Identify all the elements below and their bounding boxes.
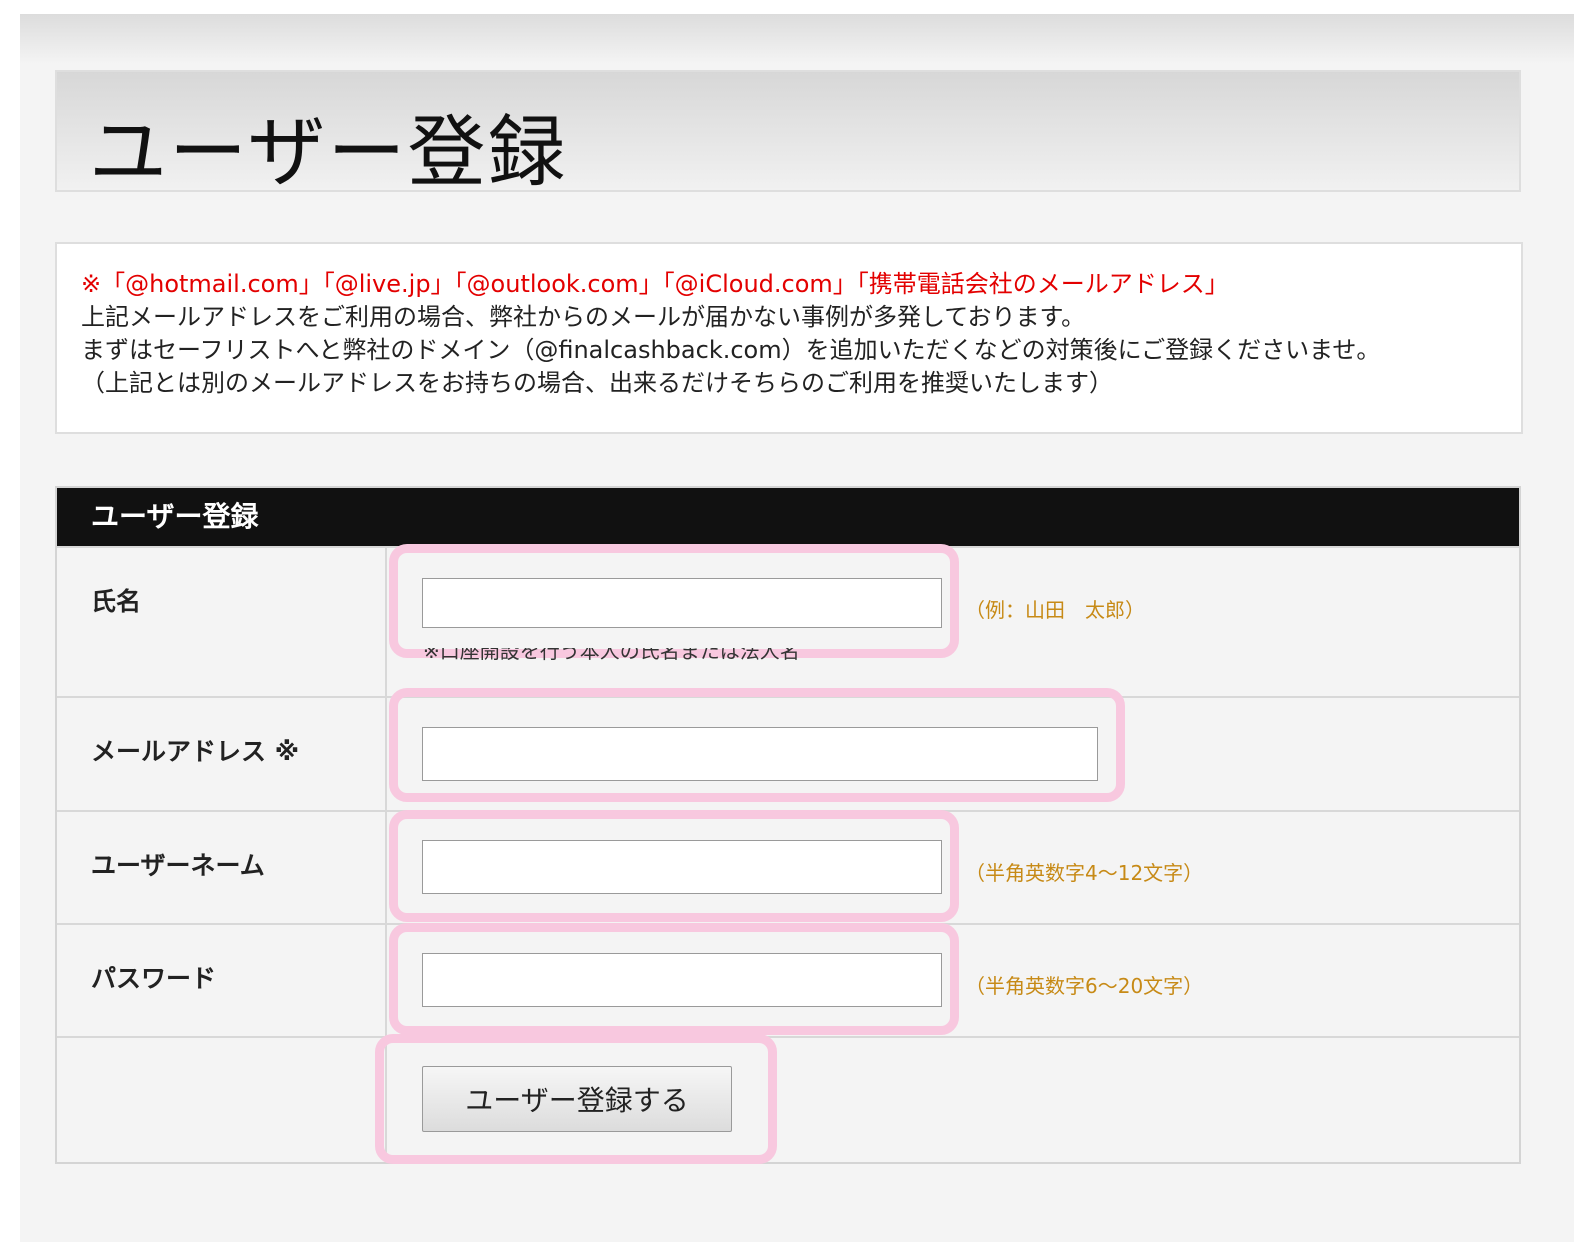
submit-label-cell [57,1038,387,1162]
registration-form: ユーザー登録 氏名 （例：山田 太郎） ※口座開設を行う本人の氏名または法人名 … [55,486,1521,1164]
email-notice: ※「@hotmail.com」「@live.jp」「@outlook.com」「… [55,242,1523,434]
username-label: ユーザーネーム [57,812,387,923]
password-row: パスワード （半角英数字6～20文字） [57,923,1519,1036]
email-input[interactable] [422,727,1098,781]
name-hint: （例：山田 太郎） [965,598,1145,622]
username-row: ユーザーネーム （半角英数字4～12文字） [57,810,1519,923]
name-label: 氏名 [57,548,387,696]
password-hint: （半角英数字6～20文字） [965,974,1204,998]
name-row: 氏名 （例：山田 太郎） ※口座開設を行う本人の氏名または法人名 [57,544,1519,696]
name-note: ※口座開設を行う本人の氏名または法人名 [423,648,800,662]
email-label: メールアドレス ※ [57,698,387,810]
submit-row: ユーザー登録する [57,1034,1519,1164]
username-input[interactable] [422,840,942,894]
username-hint: （半角英数字4～12文字） [965,861,1204,885]
page-container: ユーザー登録 ※「@hotmail.com」「@live.jp」「@outloo… [20,14,1574,1242]
register-button[interactable]: ユーザー登録する [422,1066,732,1132]
password-label: パスワード [57,925,387,1036]
page-title: ユーザー登録 [89,108,568,198]
email-row: メールアドレス ※ [57,688,1519,810]
form-header: ユーザー登録 [57,488,1519,546]
password-input[interactable] [422,953,942,1007]
notice-line-4: （上記とは別のメールアドレスをお持ちの場合、出来るだけそちらのご利用を推奨いたし… [81,369,1113,397]
title-bar: ユーザー登録 [55,70,1521,198]
notice-line-2: 上記メールアドレスをご利用の場合、弊社からのメールが届かない事例が多発しておりま… [81,303,1086,331]
name-input[interactable] [422,578,942,628]
notice-warning: ※「@hotmail.com」「@live.jp」「@outlook.com」「… [81,270,1229,298]
notice-line-3: まずはセーフリストへと弊社のドメイン（@finalcashback.com）を追… [81,336,1381,364]
